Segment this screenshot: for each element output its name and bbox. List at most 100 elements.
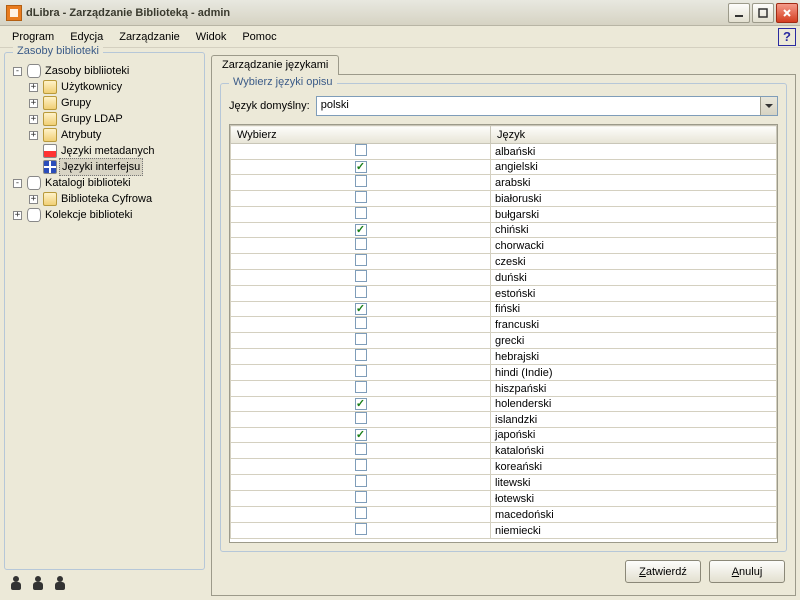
close-button[interactable] bbox=[776, 3, 798, 23]
lang-checkbox-cell[interactable] bbox=[231, 523, 491, 539]
lang-checkbox-cell[interactable] bbox=[231, 333, 491, 349]
default-lang-combo[interactable]: polski bbox=[316, 96, 778, 116]
lang-checkbox-cell[interactable] bbox=[231, 144, 491, 160]
checkbox[interactable] bbox=[355, 333, 367, 345]
lang-checkbox-cell[interactable] bbox=[231, 397, 491, 412]
table-row[interactable]: japoński bbox=[231, 428, 777, 443]
table-row[interactable]: estoński bbox=[231, 286, 777, 302]
lang-checkbox-cell[interactable] bbox=[231, 223, 491, 238]
collapse-icon[interactable]: - bbox=[13, 67, 22, 76]
lang-checkbox-cell[interactable] bbox=[231, 286, 491, 302]
menu-edycja[interactable]: Edycja bbox=[62, 29, 111, 45]
person-icon[interactable] bbox=[32, 576, 44, 590]
table-row[interactable]: fiński bbox=[231, 302, 777, 317]
table-row[interactable]: hebrajski bbox=[231, 349, 777, 365]
checkbox[interactable] bbox=[355, 144, 367, 156]
checkbox[interactable] bbox=[355, 429, 367, 441]
table-row[interactable]: niemiecki bbox=[231, 523, 777, 539]
col-select[interactable]: Wybierz bbox=[231, 126, 491, 144]
checkbox[interactable] bbox=[355, 491, 367, 503]
chevron-down-icon[interactable] bbox=[760, 97, 777, 115]
expand-icon[interactable]: + bbox=[29, 195, 38, 204]
lang-checkbox-cell[interactable] bbox=[231, 191, 491, 207]
checkbox[interactable] bbox=[355, 191, 367, 203]
menu-program[interactable]: Program bbox=[4, 29, 62, 45]
tab-languages[interactable]: Zarządzanie językami bbox=[211, 55, 339, 75]
lang-checkbox-cell[interactable] bbox=[231, 175, 491, 191]
person-icon[interactable] bbox=[54, 576, 66, 590]
expand-icon[interactable]: + bbox=[29, 115, 38, 124]
tree-attributes[interactable]: + Atrybuty bbox=[29, 127, 198, 143]
checkbox[interactable] bbox=[355, 475, 367, 487]
checkbox[interactable] bbox=[355, 270, 367, 282]
checkbox[interactable] bbox=[355, 349, 367, 361]
minimize-button[interactable] bbox=[728, 3, 750, 23]
checkbox[interactable] bbox=[355, 507, 367, 519]
menu-widok[interactable]: Widok bbox=[188, 29, 235, 45]
lang-checkbox-cell[interactable] bbox=[231, 302, 491, 317]
maximize-button[interactable] bbox=[752, 3, 774, 23]
person-icon[interactable] bbox=[10, 576, 22, 590]
checkbox[interactable] bbox=[355, 398, 367, 410]
lang-checkbox-cell[interactable] bbox=[231, 412, 491, 428]
tree-interface-langs[interactable]: Języki interfejsu bbox=[29, 159, 198, 175]
checkbox[interactable] bbox=[355, 365, 367, 377]
table-row[interactable]: duński bbox=[231, 270, 777, 286]
table-row[interactable]: hiszpański bbox=[231, 381, 777, 397]
tree-catalogs[interactable]: - Katalogi biblioteki bbox=[13, 175, 198, 191]
lang-checkbox-cell[interactable] bbox=[231, 443, 491, 459]
table-row[interactable]: francuski bbox=[231, 317, 777, 333]
lang-checkbox-cell[interactable] bbox=[231, 459, 491, 475]
expand-icon[interactable]: + bbox=[29, 131, 38, 140]
lang-checkbox-cell[interactable] bbox=[231, 428, 491, 443]
tree-users[interactable]: + Użytkownicy bbox=[29, 79, 198, 95]
cancel-button[interactable]: Anuluj bbox=[709, 560, 785, 583]
menu-pomoc[interactable]: Pomoc bbox=[234, 29, 284, 45]
library-tree[interactable]: - Zasoby bibliioteki + Użytkownicy bbox=[11, 63, 198, 223]
lang-checkbox-cell[interactable] bbox=[231, 349, 491, 365]
checkbox[interactable] bbox=[355, 207, 367, 219]
expand-icon[interactable]: + bbox=[13, 211, 22, 220]
tree-root[interactable]: - Zasoby bibliioteki bbox=[13, 63, 198, 79]
table-row[interactable]: łotewski bbox=[231, 491, 777, 507]
table-row[interactable]: bułgarski bbox=[231, 207, 777, 223]
lang-checkbox-cell[interactable] bbox=[231, 270, 491, 286]
checkbox[interactable] bbox=[355, 317, 367, 329]
lang-checkbox-cell[interactable] bbox=[231, 365, 491, 381]
table-row[interactable]: grecki bbox=[231, 333, 777, 349]
lang-checkbox-cell[interactable] bbox=[231, 207, 491, 223]
lang-checkbox-cell[interactable] bbox=[231, 238, 491, 254]
table-row[interactable]: hindi (Indie) bbox=[231, 365, 777, 381]
checkbox[interactable] bbox=[355, 443, 367, 455]
checkbox[interactable] bbox=[355, 238, 367, 250]
menu-zarzadzanie[interactable]: Zarządzanie bbox=[111, 29, 188, 45]
col-language[interactable]: Język bbox=[491, 126, 777, 144]
checkbox[interactable] bbox=[355, 175, 367, 187]
checkbox[interactable] bbox=[355, 161, 367, 173]
lang-checkbox-cell[interactable] bbox=[231, 254, 491, 270]
tree-metadata-langs[interactable]: Języki metadanych bbox=[29, 143, 198, 159]
ok-button[interactable]: Zatwierdź bbox=[625, 560, 701, 583]
table-row[interactable]: macedoński bbox=[231, 507, 777, 523]
lang-checkbox-cell[interactable] bbox=[231, 160, 491, 175]
table-row[interactable]: albański bbox=[231, 144, 777, 160]
table-row[interactable]: kataloński bbox=[231, 443, 777, 459]
checkbox[interactable] bbox=[355, 286, 367, 298]
table-row[interactable]: czeski bbox=[231, 254, 777, 270]
checkbox[interactable] bbox=[355, 459, 367, 471]
checkbox[interactable] bbox=[355, 224, 367, 236]
checkbox[interactable] bbox=[355, 523, 367, 535]
collapse-icon[interactable]: - bbox=[13, 179, 22, 188]
checkbox[interactable] bbox=[355, 412, 367, 424]
tree-digital-library[interactable]: + Biblioteka Cyfrowa bbox=[29, 191, 198, 207]
table-row[interactable]: białoruski bbox=[231, 191, 777, 207]
checkbox[interactable] bbox=[355, 254, 367, 266]
table-row[interactable]: angielski bbox=[231, 160, 777, 175]
tree-collections[interactable]: + Kolekcje biblioteki bbox=[13, 207, 198, 223]
tree-ldap-groups[interactable]: + Grupy LDAP bbox=[29, 111, 198, 127]
lang-checkbox-cell[interactable] bbox=[231, 491, 491, 507]
tree-groups[interactable]: + Grupy bbox=[29, 95, 198, 111]
lang-checkbox-cell[interactable] bbox=[231, 381, 491, 397]
expand-icon[interactable]: + bbox=[29, 83, 38, 92]
table-row[interactable]: holenderski bbox=[231, 397, 777, 412]
